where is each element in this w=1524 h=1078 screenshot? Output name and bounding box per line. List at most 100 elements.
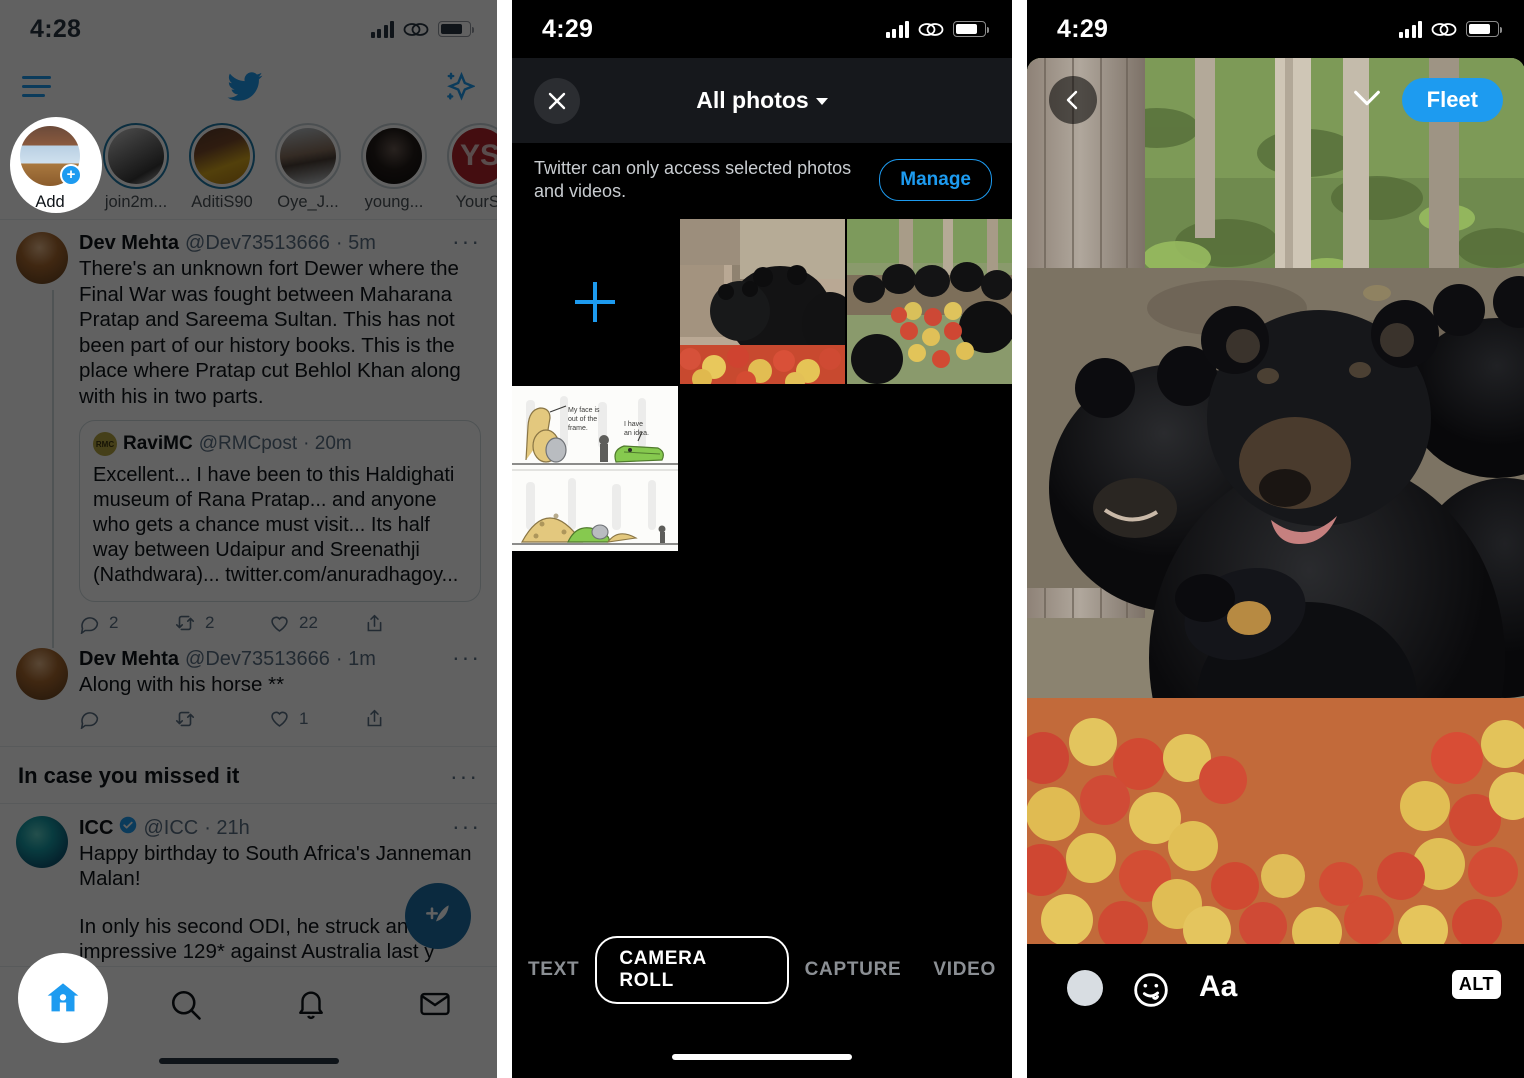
- fleets-stories-row: + Add join2m... AditiS90 Oye_J... young.…: [0, 115, 497, 219]
- carrier-link-icon: [403, 22, 429, 36]
- tab-messages[interactable]: [373, 987, 497, 1021]
- chevron-down-icon: [1353, 90, 1380, 105]
- sparkle-icon[interactable]: [439, 69, 475, 105]
- photo-grid: My face is out of the frame. I have an i…: [512, 219, 1012, 551]
- search-icon: [172, 990, 202, 1020]
- story-item-3[interactable]: Oye_J...: [272, 123, 344, 212]
- svg-text:My face is: My face is: [568, 407, 600, 414]
- tweet-row[interactable]: Dev Mehta @Dev73513666 · 5m ··· There's …: [0, 220, 497, 648]
- photo-source-title[interactable]: All photos: [512, 87, 1012, 114]
- retweet-count: 2: [205, 613, 215, 632]
- avatar[interactable]: [16, 232, 68, 284]
- status-indicators: [370, 20, 474, 38]
- avatar: [194, 128, 250, 184]
- quoted-time: · 20m: [303, 433, 352, 454]
- quoted-tweet[interactable]: RMC RaviMC @RMCpost · 20m Excellent... I…: [79, 420, 481, 602]
- draw-color-swatch[interactable]: [1067, 970, 1103, 1006]
- tab-camera-roll[interactable]: CAMERA ROLL: [595, 936, 789, 1004]
- story-item-add[interactable]: + Add: [10, 117, 102, 213]
- avatar: [108, 128, 164, 184]
- tweet-overflow-icon[interactable]: ···: [452, 814, 481, 837]
- share-action[interactable]: [364, 613, 459, 634]
- panel-fleet-composer: 4:29 Fleet Aa ALT: [1027, 0, 1524, 1078]
- bears-apples-image: [1027, 58, 1524, 944]
- retweet-action[interactable]: [174, 708, 269, 730]
- tab-search[interactable]: [124, 987, 248, 1023]
- panel-gap: [497, 0, 512, 1078]
- composer-mode-tabs: TEXT CAMERA ROLL CAPTURE VIDEO: [512, 936, 1012, 1004]
- chevron-left-icon: [1066, 90, 1078, 110]
- tweet-overflow-icon[interactable]: ···: [452, 230, 481, 253]
- story-item-5[interactable]: YS YourSt: [444, 123, 497, 212]
- add-plus-badge[interactable]: +: [60, 164, 82, 186]
- avatar: YS: [452, 128, 497, 184]
- reply-action[interactable]: 2: [79, 613, 174, 634]
- panel-twitter-timeline: 4:28 + Add join2m... AditiS90 Oye_J... y…: [0, 0, 497, 1078]
- signal-bars-icon: [370, 20, 394, 38]
- tweet-handle: @Dev73513666: [185, 232, 330, 254]
- verified-badge-icon: [120, 816, 137, 833]
- tweet-author-name[interactable]: ICC: [79, 817, 113, 840]
- add-photo-tile[interactable]: [512, 219, 678, 384]
- back-button[interactable]: [1049, 76, 1097, 124]
- like-action[interactable]: 22: [269, 613, 364, 634]
- tweet-time: · 21h: [204, 816, 250, 839]
- tweet-actions: 2 2 22: [79, 612, 481, 634]
- story-item-4[interactable]: young...: [358, 123, 430, 212]
- retweet-action[interactable]: 2: [174, 612, 269, 634]
- status-bar: 4:29: [1027, 0, 1524, 58]
- avatar[interactable]: [16, 815, 68, 868]
- compose-tweet-button[interactable]: [405, 883, 471, 949]
- avatar: [280, 128, 336, 184]
- tab-notifications[interactable]: [249, 987, 373, 1021]
- tweet-text: There's an unknown fort Dewer where the …: [79, 257, 461, 408]
- photo-source-label: All photos: [696, 87, 809, 113]
- reply-action[interactable]: [79, 708, 174, 729]
- tweet-header: Dev Mehta @Dev73513666 · 5m ···: [79, 230, 481, 255]
- photo-thumbnail-bears-group[interactable]: [847, 219, 1012, 384]
- photo-thumbnail-bears-closeup[interactable]: [679, 219, 845, 384]
- avatar[interactable]: [16, 648, 68, 700]
- reply-icon: [80, 616, 99, 634]
- share-action[interactable]: [364, 708, 459, 729]
- tab-video[interactable]: VIDEO: [917, 959, 1012, 981]
- tab-home-highlight[interactable]: [18, 953, 108, 1043]
- reply-icon: [80, 712, 99, 729]
- close-icon: [548, 92, 566, 109]
- like-count: 22: [299, 613, 318, 632]
- plus-icon: [574, 281, 615, 322]
- like-action[interactable]: 1: [269, 708, 364, 729]
- alt-text-badge[interactable]: ALT: [1451, 970, 1501, 999]
- signal-bars-icon: [885, 20, 909, 38]
- photo-thumbnail-comic[interactable]: My face is out of the frame. I have an i…: [512, 386, 678, 551]
- story-avatar-ring: YS: [447, 123, 497, 189]
- tweet-row[interactable]: Dev Mehta @Dev73513666 · 1m ··· Along wi…: [0, 640, 497, 736]
- story-avatar-ring: [103, 123, 169, 189]
- collapse-button[interactable]: [1350, 85, 1384, 116]
- tab-capture[interactable]: CAPTURE: [789, 959, 918, 981]
- fleet-post-button[interactable]: Fleet: [1401, 78, 1503, 122]
- story-item-1[interactable]: join2m...: [100, 123, 172, 212]
- story-avatar-ring: [275, 123, 341, 189]
- tab-text[interactable]: TEXT: [512, 959, 595, 981]
- hamburger-menu-icon[interactable]: [22, 76, 51, 97]
- home-indicator: [672, 1054, 852, 1060]
- panel-photo-picker: 4:29 All photos Twitter can only access …: [512, 0, 1012, 1078]
- story-item-2[interactable]: AditiS90: [186, 123, 258, 212]
- section-overflow-icon[interactable]: ···: [450, 764, 479, 787]
- fleet-photo-preview[interactable]: [1027, 58, 1524, 944]
- tweet-body: Dev Mehta @Dev73513666 · 5m ··· There's …: [79, 230, 481, 634]
- carrier-link-icon: [918, 22, 944, 36]
- tweet-author-name[interactable]: Dev Mehta: [79, 232, 179, 255]
- quoted-author-name: RaviMC: [123, 433, 193, 454]
- sticker-icon[interactable]: [1131, 970, 1171, 1010]
- text-tool-button[interactable]: Aa: [1199, 970, 1237, 1004]
- close-button[interactable]: [534, 77, 580, 124]
- timeline-content: 4:28 + Add join2m... AditiS90 Oye_J... y…: [0, 0, 497, 1078]
- story-avatar-ring: [189, 123, 255, 189]
- tweet-handle: @ICC: [143, 816, 199, 839]
- tweet-overflow-icon[interactable]: ···: [452, 646, 481, 669]
- svg-text:frame.: frame.: [568, 425, 588, 432]
- manage-button[interactable]: Manage: [879, 159, 992, 201]
- tweet-author-name[interactable]: Dev Mehta: [79, 648, 179, 671]
